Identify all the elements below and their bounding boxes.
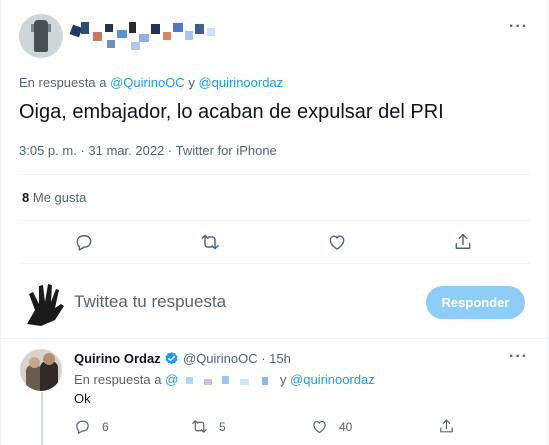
reply-age[interactable]: 15h — [269, 351, 291, 366]
tweet-metadata: 3:05 p. m. · 31 mar. 2022 · Twitter for … — [19, 143, 277, 158]
mention-redacted — [178, 375, 276, 386]
replying-to: En respuesta a @ y @quirinoordaz — [74, 372, 375, 387]
like-icon — [329, 235, 345, 250]
like-icon — [313, 420, 326, 434]
like-count: 40 — [339, 419, 353, 434]
reply-icon — [76, 235, 92, 251]
user-avatar[interactable] — [21, 280, 67, 326]
replying-to: En respuesta a @QuirinoOC y @quirinoorda… — [19, 75, 284, 90]
tweet-source[interactable]: Twitter for iPhone — [176, 143, 277, 158]
reply-author-avatar[interactable] — [20, 349, 62, 391]
tweet-time[interactable]: 3:05 p. m. — [19, 143, 77, 158]
reply-share-button[interactable] — [438, 418, 455, 435]
share-button[interactable] — [452, 231, 474, 253]
like-button[interactable] — [326, 231, 348, 253]
reply-retweet-button[interactable]: 5 — [191, 418, 226, 435]
mention-link[interactable]: @QuirinoOC — [110, 75, 185, 90]
reply-submit-button[interactable]: Responder — [426, 286, 525, 319]
share-icon — [440, 419, 453, 433]
mention-link[interactable]: @ — [165, 372, 178, 387]
tweet-detail-panel: ··· En respuesta a @QuirinoOC y @quirino… — [0, 0, 549, 445]
mention-link[interactable]: @quirinoordaz — [290, 372, 375, 387]
reply-author-handle: @QuirinoOC · 15h — [183, 351, 291, 366]
divider — [1, 338, 548, 339]
reply-icon — [76, 420, 89, 434]
divider — [19, 220, 530, 221]
author-name-redacted — [69, 20, 221, 54]
retweet-icon — [192, 420, 207, 433]
tweet-date[interactable]: 31 mar. 2022 — [88, 143, 164, 158]
divider — [19, 263, 530, 264]
retweet-button[interactable] — [199, 231, 221, 253]
reply-like-button[interactable]: 40 — [311, 418, 352, 435]
reply-text: Ok — [74, 391, 91, 406]
tweet-text: Oiga, embajador, lo acaban de expulsar d… — [19, 101, 444, 123]
share-icon — [455, 233, 471, 249]
reply-compose-input[interactable]: Twittea tu respuesta — [74, 292, 226, 312]
verified-badge-icon — [165, 351, 178, 365]
divider — [19, 174, 530, 175]
reply-button[interactable] — [73, 231, 95, 253]
retweet-icon — [201, 234, 219, 250]
reply-count: 6 — [102, 419, 109, 434]
reply-author-name[interactable]: Quirino Ordaz — [74, 351, 161, 366]
more-options-icon[interactable]: ··· — [509, 348, 528, 366]
retweet-count: 5 — [219, 419, 226, 434]
author-avatar[interactable] — [19, 14, 63, 58]
more-options-icon[interactable]: ··· — [509, 18, 528, 36]
thread-connector-line — [41, 392, 43, 445]
likes-stat[interactable]: 8 Me gusta — [22, 190, 86, 205]
reply-reply-button[interactable]: 6 — [74, 418, 109, 435]
mention-link[interactable]: @quirinoordaz — [198, 75, 283, 90]
